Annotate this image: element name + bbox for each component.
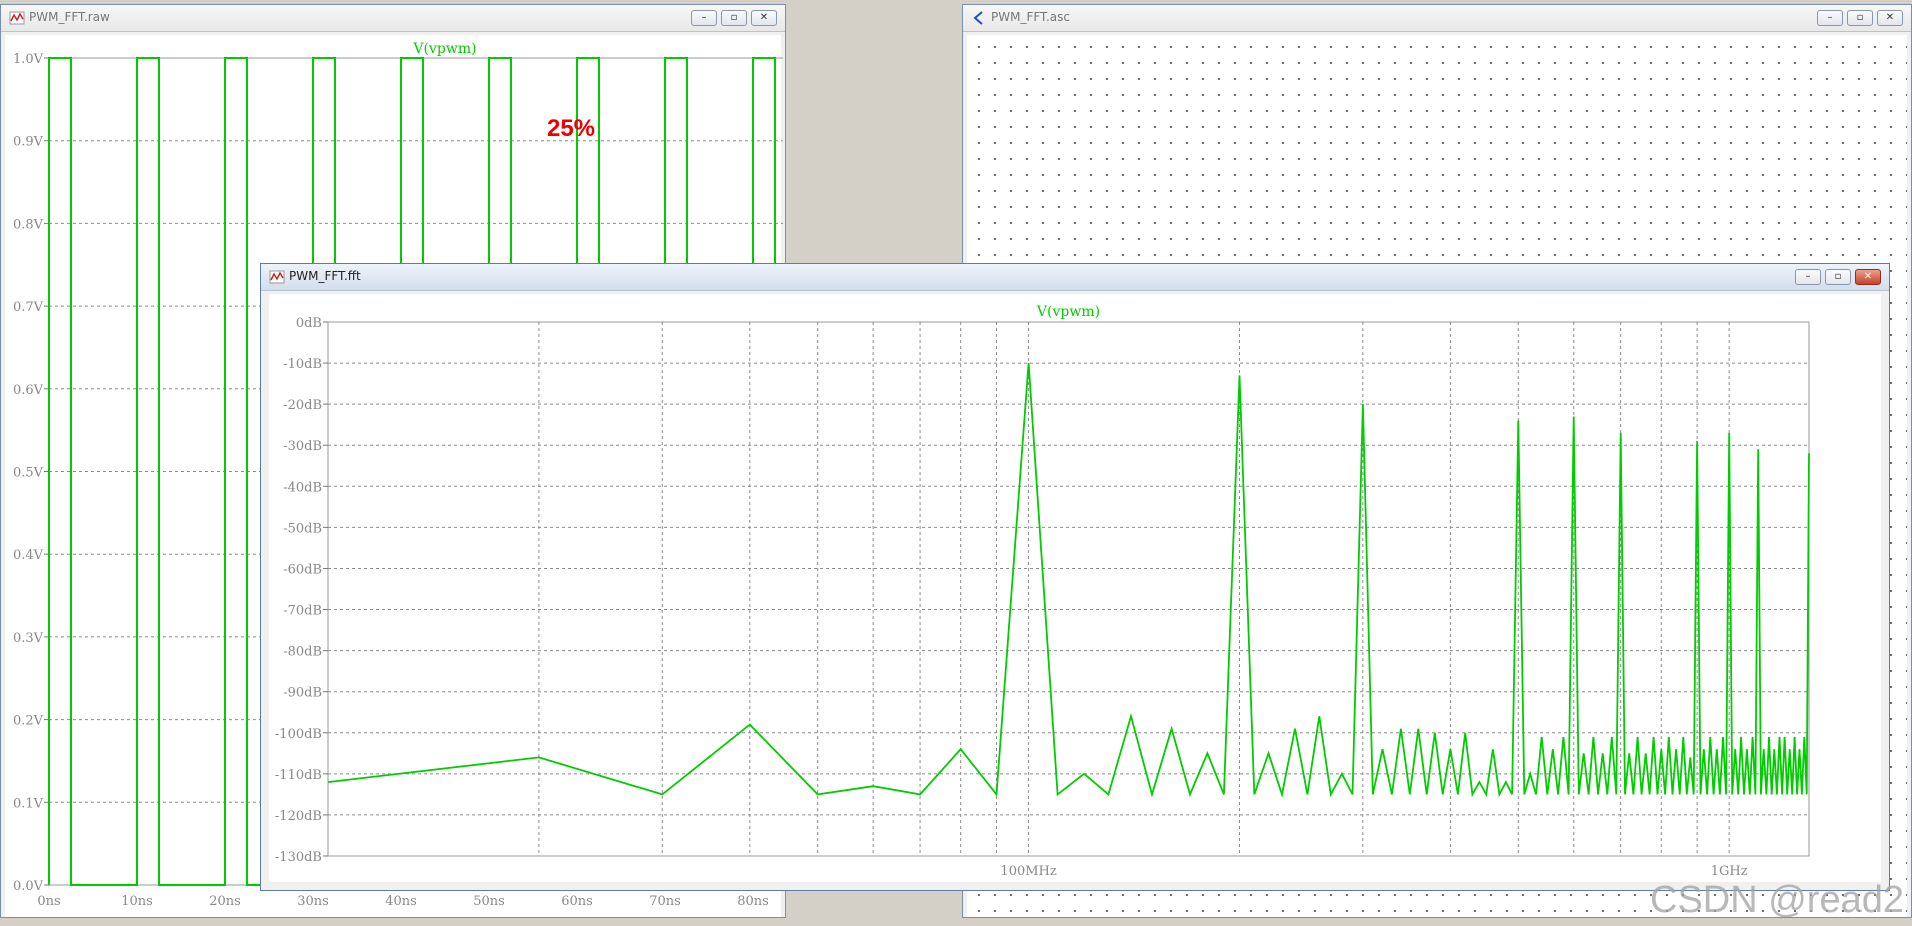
trace-label: V(vpwm) bbox=[412, 41, 476, 57]
y-tick-label: 0.2V bbox=[13, 714, 44, 729]
schematic-icon bbox=[973, 11, 983, 25]
x-tick-label: 40ns bbox=[385, 894, 417, 909]
restore-button[interactable]: ▫ bbox=[1825, 269, 1851, 285]
restore-button[interactable]: ▫ bbox=[721, 10, 747, 26]
fft-window-title: PWM_FFT.fft bbox=[289, 269, 361, 283]
x-tick-label: 80ns bbox=[737, 894, 769, 909]
raw-window-title: PWM_FFT.raw bbox=[29, 10, 110, 24]
x-tick-label: 30ns bbox=[297, 894, 329, 909]
close-button[interactable]: ✕ bbox=[751, 10, 777, 26]
y-tick-label: 0.8V bbox=[13, 217, 44, 232]
y-tick-label: 0.9V bbox=[13, 135, 44, 150]
y-tick-label: 0.1V bbox=[13, 796, 44, 811]
x-tick-label: 10ns bbox=[121, 894, 153, 909]
y-tick-label: 0.5V bbox=[13, 466, 44, 481]
x-tick-label: 60ns bbox=[561, 894, 593, 909]
x-tick-label: 50ns bbox=[473, 894, 505, 909]
fft-plot-window[interactable]: PWM_FFT.fft – ▫ ✕ 0dB -10dB -20dB -30dB -40d… bbox=[260, 263, 1890, 891]
y-tick-label: 0.4V bbox=[13, 548, 44, 563]
minimize-button[interactable]: – bbox=[1817, 10, 1843, 26]
minimize-button[interactable]: – bbox=[691, 10, 717, 26]
close-button[interactable]: ✕ bbox=[1855, 269, 1881, 285]
y-tick-label: 1.0V bbox=[13, 52, 44, 67]
fft-plot-area[interactable]: 0dB -10dB -20dB -30dB -40dB -50dB -60dB -70dB -8… bbox=[269, 294, 1881, 882]
x-tick-label: 20ns bbox=[209, 894, 241, 909]
schematic-window-titlebar[interactable]: PWM_FFT.asc – ▫ ✕ bbox=[963, 5, 1911, 32]
minimize-button[interactable]: – bbox=[1795, 269, 1821, 285]
fft-spectrum-chart: 0dB -10dB -20dB -30dB -40dB -50dB -60dB -70dB -8… bbox=[275, 304, 1810, 879]
y-tick-label: -80dB bbox=[283, 645, 322, 660]
y-tick-label: -30dB bbox=[283, 439, 322, 454]
trace-label: V(vpwm) bbox=[1036, 304, 1100, 320]
raw-window-titlebar[interactable]: PWM_FFT.raw – ▫ ✕ bbox=[1, 5, 785, 32]
x-tick-label: 0ns bbox=[37, 894, 60, 909]
y-tick-label: -70dB bbox=[283, 604, 322, 619]
fft-trace bbox=[327, 363, 1810, 798]
y-tick-label: 0.0V bbox=[13, 879, 44, 894]
duty-cycle-annotation: 25% bbox=[547, 115, 595, 142]
waveform-icon bbox=[9, 11, 25, 25]
restore-button[interactable]: ▫ bbox=[1847, 10, 1873, 26]
y-tick-label: -100dB bbox=[275, 727, 322, 742]
y-tick-label: -20dB bbox=[283, 398, 322, 413]
y-tick-label: 0.6V bbox=[13, 383, 44, 398]
y-tick-label: 0dB bbox=[296, 316, 322, 331]
y-tick-label: -130dB bbox=[275, 850, 322, 865]
y-tick-label: -90dB bbox=[283, 686, 322, 701]
y-tick-label: 0.3V bbox=[13, 631, 44, 646]
y-tick-label: -120dB bbox=[275, 809, 322, 824]
y-tick-label: -10dB bbox=[283, 357, 322, 372]
x-tick-label: 100MHz bbox=[1000, 864, 1056, 879]
y-tick-label: 0.7V bbox=[13, 300, 44, 315]
waveform-icon bbox=[269, 270, 285, 284]
y-tick-label: -50dB bbox=[283, 521, 322, 536]
watermark: CSDN @read2 bbox=[1650, 879, 1904, 921]
close-button[interactable]: ✕ bbox=[1877, 10, 1903, 26]
schematic-window-title: PWM_FFT.asc bbox=[991, 10, 1070, 24]
y-tick-label: -60dB bbox=[283, 562, 322, 577]
x-tick-label: 1GHz bbox=[1711, 864, 1748, 879]
x-tick-label: 70ns bbox=[649, 894, 681, 909]
fft-window-titlebar[interactable]: PWM_FFT.fft – ▫ ✕ bbox=[261, 264, 1889, 291]
y-tick-label: -110dB bbox=[275, 768, 322, 783]
y-tick-label: -40dB bbox=[283, 480, 322, 495]
